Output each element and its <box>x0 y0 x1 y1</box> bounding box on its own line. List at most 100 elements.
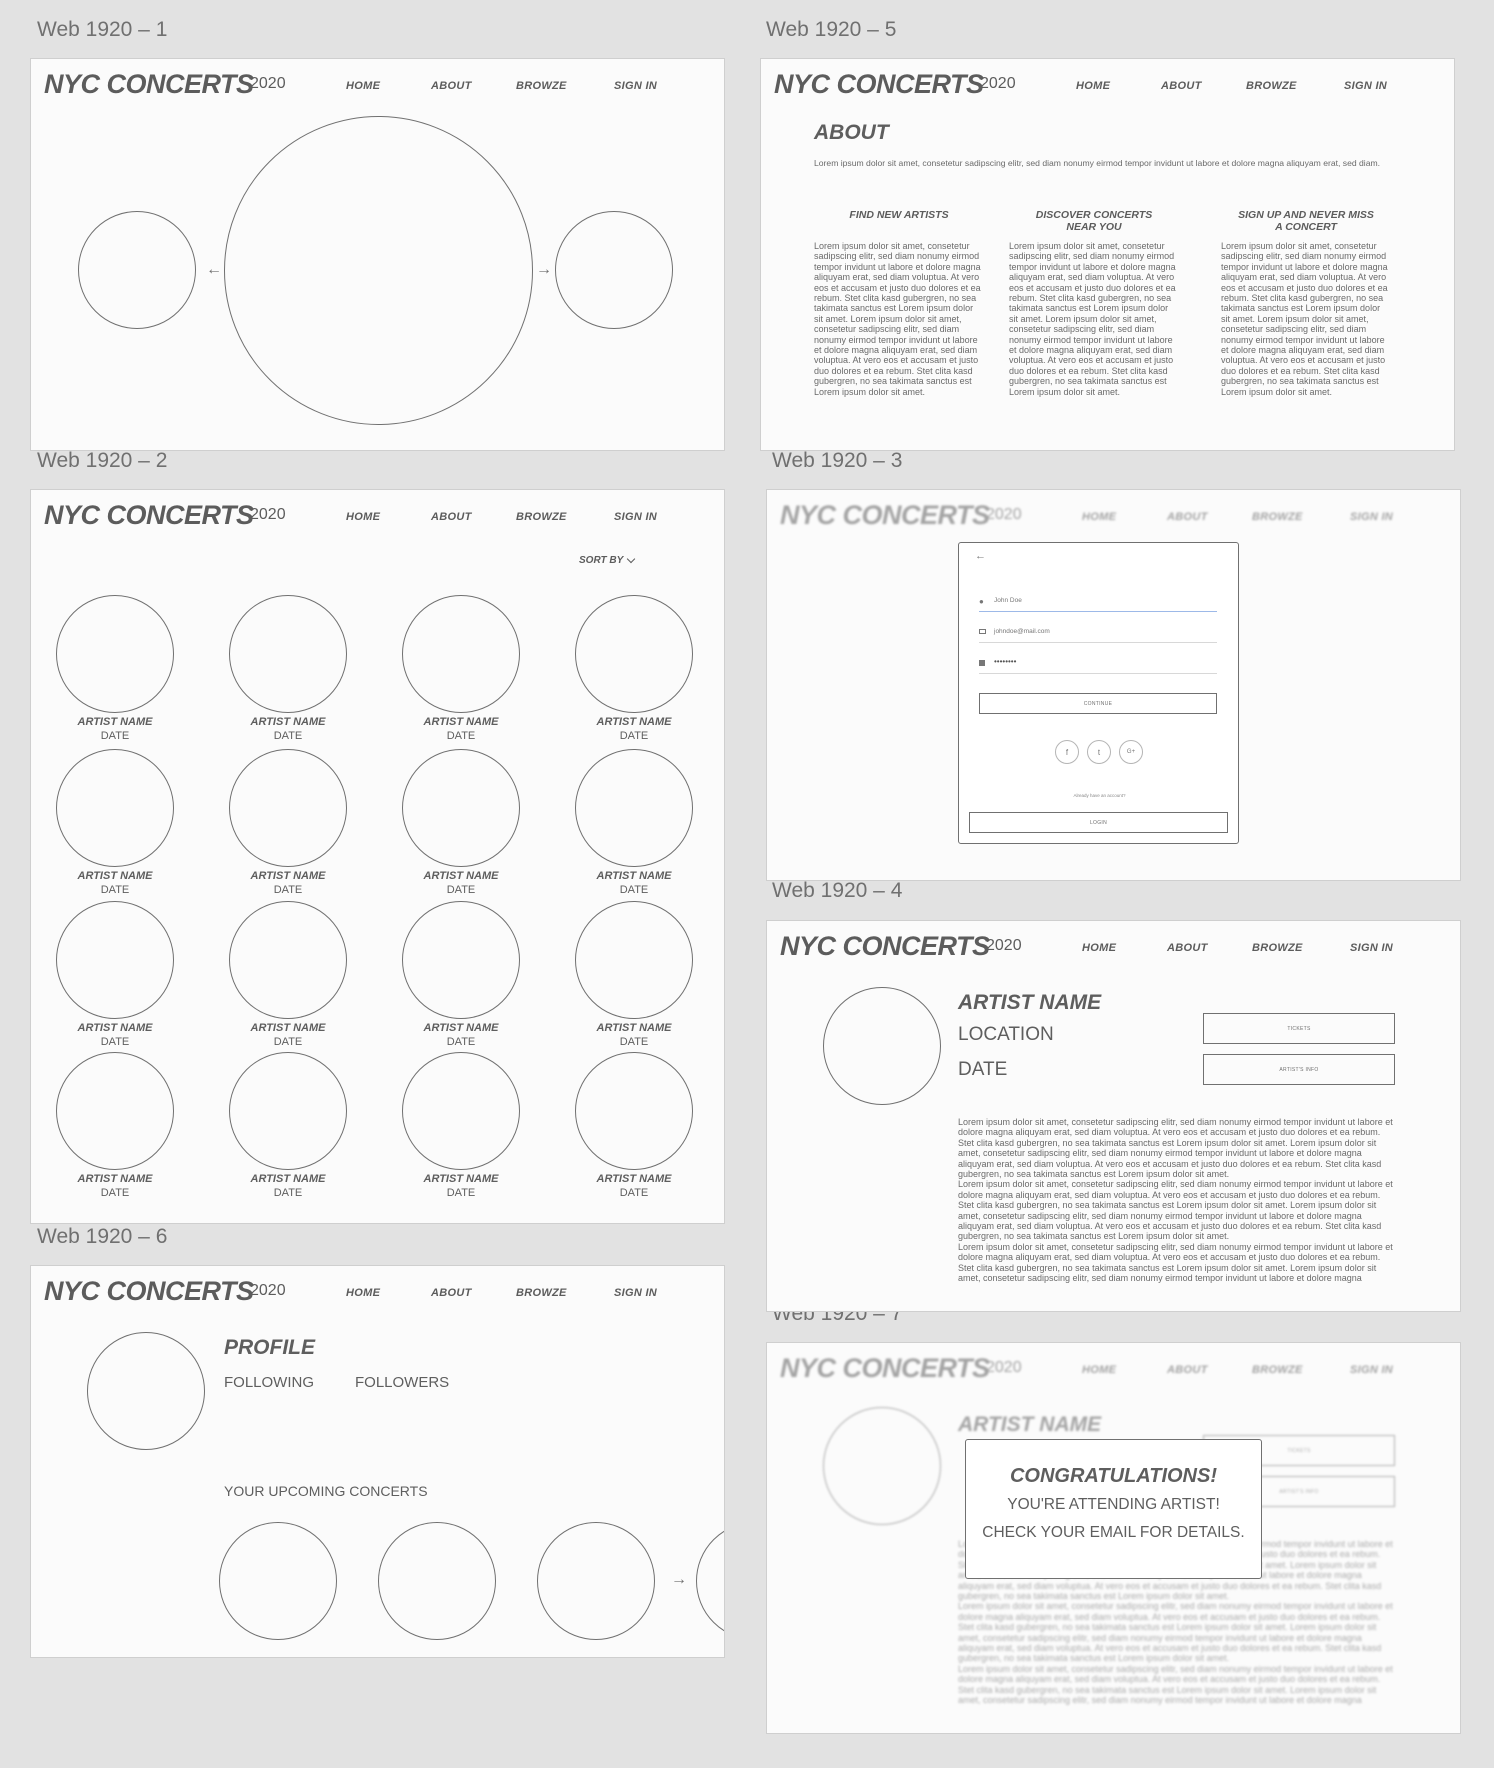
artboard-label-web1: Web 1920 – 1 <box>37 18 168 41</box>
artist-card-name[interactable]: ARTIST NAME <box>391 1173 531 1185</box>
nav-browze[interactable]: BROWZE <box>516 511 567 523</box>
facebook-icon[interactable]: f <box>1055 740 1079 764</box>
nav-home[interactable]: HOME <box>346 511 380 523</box>
name-field[interactable]: ● John Doe <box>979 595 1217 612</box>
artist-card-image[interactable] <box>56 1052 174 1170</box>
artist-card-image[interactable] <box>575 595 693 713</box>
arrow-right-icon[interactable]: → <box>536 262 552 278</box>
nav-browze[interactable]: BROWZE <box>516 80 567 92</box>
artist-info-button[interactable]: ARTIST'S INFO <box>1203 1054 1395 1085</box>
artboard-label-web4: Web 1920 – 4 <box>772 879 903 902</box>
arrow-right-icon[interactable]: → <box>671 1572 687 1588</box>
avatar[interactable] <box>87 1332 205 1450</box>
nav-browze[interactable]: BROWZE <box>516 1287 567 1299</box>
logo-year: 2020 <box>986 937 1022 954</box>
nav-sign-in: SIGN IN <box>1350 1364 1394 1376</box>
sort-by-dropdown[interactable]: SORT BY <box>579 554 636 566</box>
artist-card-image[interactable] <box>402 901 520 1019</box>
upcoming-concert-image[interactable] <box>378 1522 496 1640</box>
twitter-icon[interactable]: t <box>1087 740 1111 764</box>
artist-card-image[interactable] <box>402 595 520 713</box>
nav-browze[interactable]: BROWZE <box>1246 80 1297 92</box>
artboard-web3: NYC CONCERTS 2020 HOME ABOUT BROWZE SIGN… <box>766 489 1461 881</box>
email-field[interactable]: johndoe@mail.com <box>979 626 1217 643</box>
artist-card-image[interactable] <box>56 749 174 867</box>
artist-card-image[interactable] <box>402 1052 520 1170</box>
nav-home[interactable]: HOME <box>1076 80 1110 92</box>
upcoming-concert-image[interactable] <box>537 1522 655 1640</box>
artist-card-image[interactable] <box>229 749 347 867</box>
chevron-down-icon <box>627 554 636 563</box>
artist-card-date: DATE <box>619 1187 649 1199</box>
logo[interactable]: NYC CONCERTS <box>44 500 254 531</box>
modal-line-attending: YOU'RE ATTENDING ARTIST! <box>1007 1496 1220 1513</box>
artist-name: ARTIST NAME <box>958 991 1102 1014</box>
nav-sign-in[interactable]: SIGN IN <box>1350 942 1393 954</box>
logo[interactable]: NYC CONCERTS <box>44 69 254 100</box>
nav-sign-in[interactable]: SIGN IN <box>614 511 657 523</box>
artist-card-name[interactable]: ARTIST NAME <box>45 870 185 882</box>
artist-card-image[interactable] <box>575 901 693 1019</box>
password-field-value: •••••••• <box>994 657 1017 666</box>
upcoming-concert-image[interactable] <box>219 1522 337 1640</box>
artist-card-date: DATE <box>446 884 476 896</box>
artist-card-name[interactable]: ARTIST NAME <box>391 1022 531 1034</box>
nav-home[interactable]: HOME <box>1082 942 1116 954</box>
artist-card-name[interactable]: ARTIST NAME <box>218 1022 358 1034</box>
tickets-button[interactable]: TICKETS <box>1203 1013 1395 1044</box>
google-plus-icon[interactable]: G+ <box>1119 740 1143 764</box>
followers-link[interactable]: FOLLOWERS <box>355 1374 449 1391</box>
artist-card-image[interactable] <box>575 1052 693 1170</box>
artist-card-name[interactable]: ARTIST NAME <box>564 1173 704 1185</box>
arrow-left-icon[interactable]: ← <box>206 262 222 278</box>
artist-card-image[interactable] <box>229 901 347 1019</box>
nav-sign-in[interactable]: SIGN IN <box>614 80 657 92</box>
artist-card-image[interactable] <box>402 749 520 867</box>
artist-card-name[interactable]: ARTIST NAME <box>218 870 358 882</box>
nav-about[interactable]: ABOUT <box>431 1287 472 1299</box>
artist-card-name[interactable]: ARTIST NAME <box>391 870 531 882</box>
artist-card-image[interactable] <box>56 901 174 1019</box>
artist-card-image[interactable] <box>229 1052 347 1170</box>
upcoming-concert-image[interactable] <box>696 1522 724 1640</box>
artist-card-date: DATE <box>273 730 303 742</box>
artist-card-name[interactable]: ARTIST NAME <box>391 716 531 728</box>
logo[interactable]: NYC CONCERTS <box>780 931 990 962</box>
logo[interactable]: NYC CONCERTS <box>44 1276 254 1307</box>
carousel-main-image[interactable] <box>224 116 533 425</box>
nav-sign-in[interactable]: SIGN IN <box>614 1287 657 1299</box>
artist-card-date: DATE <box>619 730 649 742</box>
artist-card-name[interactable]: ARTIST NAME <box>45 716 185 728</box>
nav-home[interactable]: HOME <box>346 80 380 92</box>
artist-card-image[interactable] <box>56 595 174 713</box>
artist-card-date: DATE <box>446 730 476 742</box>
artist-card-name[interactable]: ARTIST NAME <box>564 1022 704 1034</box>
login-button[interactable]: LOGIN <box>969 812 1228 833</box>
logo: NYC CONCERTS <box>780 500 990 530</box>
artist-card-image[interactable] <box>575 749 693 867</box>
artist-card-name[interactable]: ARTIST NAME <box>45 1022 185 1034</box>
nav-about[interactable]: ABOUT <box>431 80 472 92</box>
nav-about[interactable]: ABOUT <box>431 511 472 523</box>
nav-about[interactable]: ABOUT <box>1167 942 1208 954</box>
continue-button[interactable]: CONTINUE <box>979 693 1217 714</box>
artist-card-name[interactable]: ARTIST NAME <box>218 1173 358 1185</box>
artist-card-name[interactable]: ARTIST NAME <box>564 870 704 882</box>
artist-card-date: DATE <box>446 1187 476 1199</box>
artist-card-date: DATE <box>619 1036 649 1048</box>
carousel-next-image[interactable] <box>555 211 673 329</box>
following-link[interactable]: FOLLOWING <box>224 1374 314 1391</box>
artist-card-name[interactable]: ARTIST NAME <box>218 716 358 728</box>
nav-home[interactable]: HOME <box>346 1287 380 1299</box>
nav-browze[interactable]: BROWZE <box>1252 942 1303 954</box>
carousel-prev-image[interactable] <box>78 211 196 329</box>
nav-sign-in[interactable]: SIGN IN <box>1344 80 1387 92</box>
artist-card-name[interactable]: ARTIST NAME <box>45 1173 185 1185</box>
nav-about[interactable]: ABOUT <box>1161 80 1202 92</box>
artist-card-image[interactable] <box>229 595 347 713</box>
logo[interactable]: NYC CONCERTS <box>774 69 984 100</box>
back-arrow-icon[interactable]: ← <box>975 550 986 562</box>
password-field[interactable]: •••••••• <box>979 657 1217 674</box>
artist-card-name[interactable]: ARTIST NAME <box>564 716 704 728</box>
artboard-web2: NYC CONCERTS 2020 HOME ABOUT BROWZE SIGN… <box>30 489 725 1224</box>
